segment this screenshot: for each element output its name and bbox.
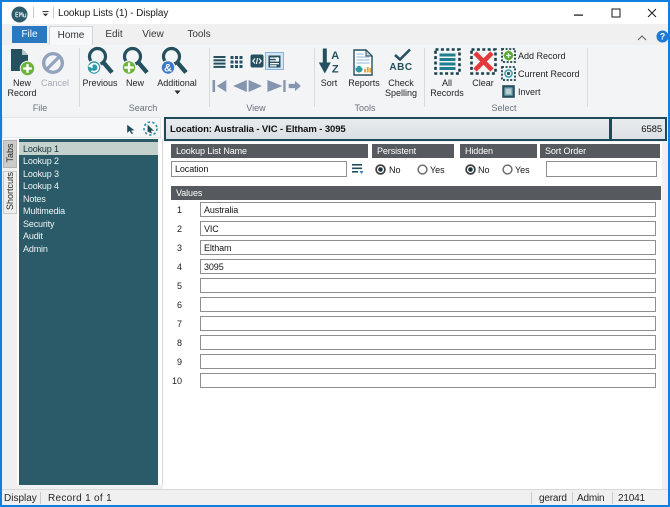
svg-text:Z: Z: [332, 64, 339, 75]
svg-text:A: A: [331, 50, 339, 62]
svg-text:&: &: [164, 63, 172, 75]
svg-text:?: ?: [660, 32, 666, 42]
